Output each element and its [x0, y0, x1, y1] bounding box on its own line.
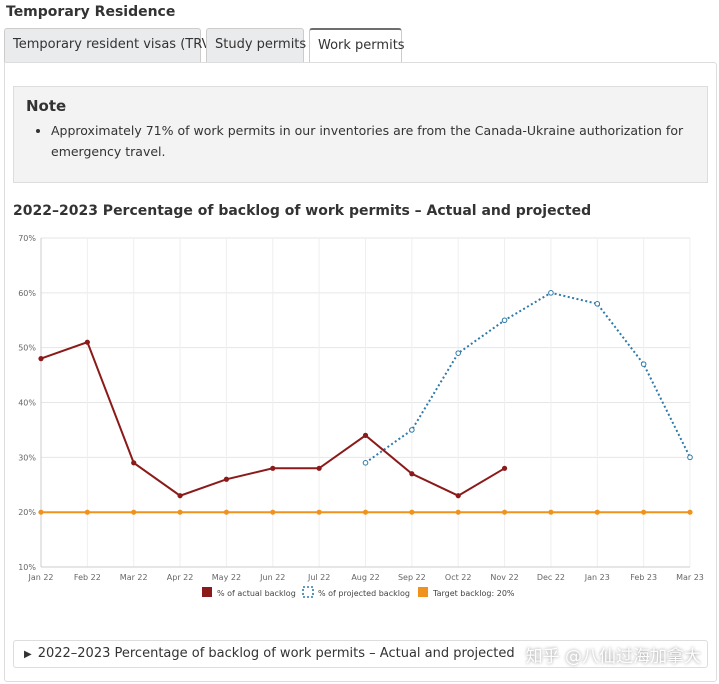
x-tick-label: Jan 22: [27, 573, 53, 582]
data-point: [316, 509, 322, 515]
x-tick-label: Jul 22: [307, 573, 330, 582]
data-point: [409, 427, 415, 433]
y-tick-label: 30%: [18, 453, 36, 462]
data-point: [594, 301, 601, 307]
x-tick-label: Mar 22: [120, 573, 148, 582]
note-box: Note Approximately 71% of work permits i…: [13, 86, 708, 183]
data-point: [501, 509, 508, 515]
data-point: [316, 465, 322, 471]
triangle-right-icon: ▶: [24, 649, 32, 660]
series-line: [364, 291, 691, 464]
x-tick-label: May 22: [212, 573, 241, 582]
legend-label: Target backlog: 20%: [432, 589, 515, 598]
x-tick-label: Jan 23: [584, 573, 610, 582]
data-point: [362, 460, 369, 466]
x-tick-label: Sep 22: [398, 573, 426, 582]
data-point: [223, 509, 230, 515]
note-heading: Note: [26, 97, 67, 115]
x-tick-label: Jun 22: [259, 573, 285, 582]
x-tick-label: Apr 22: [167, 573, 194, 582]
data-point: [177, 509, 183, 515]
data-point: [362, 509, 369, 515]
y-tick-label: 60%: [18, 289, 36, 298]
x-tick-label: Oct 22: [445, 573, 472, 582]
data-point: [455, 493, 461, 499]
data-point: [409, 471, 415, 477]
data-point: [548, 509, 554, 515]
tab-work-permits[interactable]: Work permits: [309, 28, 405, 63]
data-point: [131, 460, 137, 466]
data-point: [223, 476, 230, 482]
y-tick-label: 50%: [18, 344, 36, 353]
note-list: Approximately 71% of work permits in our…: [26, 120, 695, 162]
legend-label: % of actual backlog: [217, 589, 296, 598]
tab-study-permits[interactable]: Study permits: [206, 28, 306, 62]
data-point: [409, 509, 415, 515]
data-table-toggle-label: 2022–2023 Percentage of backlog of work …: [37, 646, 515, 661]
data-point: [177, 493, 183, 499]
data-point: [38, 509, 44, 515]
chart-title: 2022–2023 Percentage of backlog of work …: [13, 203, 592, 219]
x-tick-label: Nov 22: [490, 573, 518, 582]
data-point: [455, 350, 462, 356]
x-tick-label: Dec 22: [537, 573, 565, 582]
page-title: Temporary Residence: [6, 4, 176, 20]
note-item: Approximately 71% of work permits in our…: [51, 120, 695, 162]
tab-trv[interactable]: Temporary resident visas (TRV): [4, 28, 216, 62]
data-point: [641, 509, 647, 515]
legend-swatch: [202, 587, 212, 597]
data-point: [640, 361, 647, 367]
watermark: 知乎 @八仙过海加拿大: [525, 647, 701, 667]
y-tick-label: 10%: [18, 563, 36, 572]
legend-label: % of projected backlog: [318, 589, 410, 598]
data-point: [548, 290, 554, 296]
data-point: [84, 339, 90, 345]
data-point: [362, 432, 369, 438]
y-tick-label: 70%: [18, 234, 36, 243]
data-point: [84, 509, 90, 515]
data-point: [455, 509, 461, 515]
data-point: [270, 465, 276, 471]
x-tick-label: Aug 22: [351, 573, 379, 582]
data-point: [501, 465, 508, 471]
x-tick-label: Feb 23: [630, 573, 657, 582]
data-point: [131, 509, 137, 515]
y-tick-label: 20%: [18, 508, 36, 517]
data-point: [270, 509, 276, 515]
data-point: [594, 509, 600, 515]
x-tick-label: Feb 22: [74, 573, 101, 582]
data-point: [501, 317, 508, 324]
backlog-line-chart: 10% 20% 30% 40% 50% 60% 70% Jan 22 Feb 22 Mar 22 A…: [18, 234, 704, 598]
x-tick-label: Mar 23: [676, 573, 704, 582]
legend-swatch: [302, 586, 314, 598]
data-point: [687, 454, 693, 461]
data-point: [38, 356, 44, 362]
data-point: [687, 509, 693, 515]
y-tick-label: 40%: [18, 399, 36, 408]
legend-swatch: [418, 587, 428, 597]
